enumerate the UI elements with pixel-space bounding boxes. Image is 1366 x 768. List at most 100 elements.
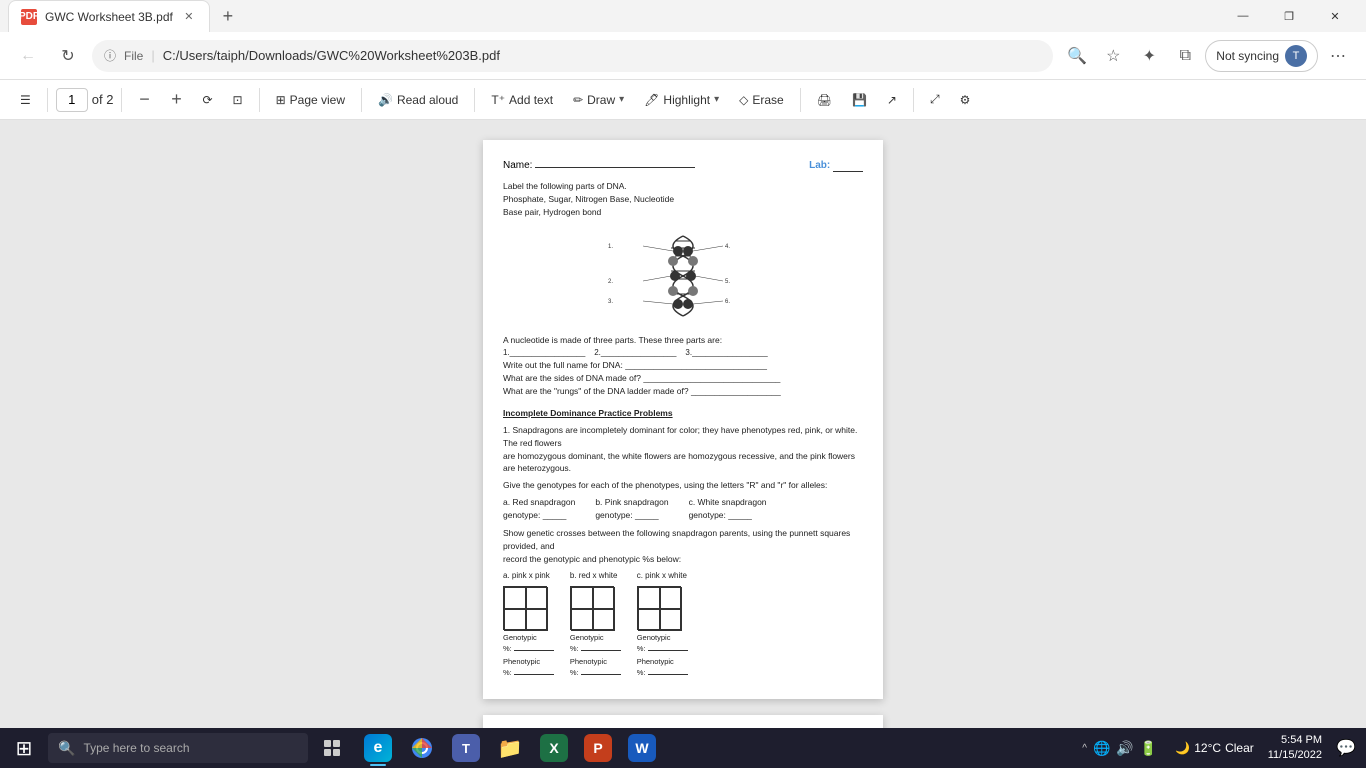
- notification-icon: 💬: [1336, 738, 1356, 758]
- save-button[interactable]: 💾: [844, 89, 875, 111]
- problem1-text: 1. Snapdragons are incompletely dominant…: [503, 424, 863, 450]
- powerpoint-app-icon[interactable]: P: [576, 728, 620, 768]
- fullscreen-button[interactable]: ⤢: [922, 88, 948, 111]
- tray-expand-icon[interactable]: ^: [1082, 743, 1087, 754]
- pdf-settings-button[interactable]: ⚙: [952, 89, 979, 111]
- search-icon[interactable]: 🔍: [1061, 40, 1093, 72]
- svg-text:5.: 5.: [725, 279, 730, 285]
- add-text-label: Add text: [509, 93, 553, 107]
- genotype-row: a. Red snapdragon genotype: _____ b. Pin…: [503, 496, 863, 522]
- rotate-button[interactable]: ⟳: [194, 89, 220, 111]
- taskbar-apps: e T 📁 X P W: [356, 728, 664, 768]
- menu-button[interactable]: ☰: [12, 89, 39, 111]
- parts2-text: Base pair, Hydrogen bond: [503, 206, 863, 219]
- draw-icon: ✏: [573, 93, 583, 107]
- tab-close-button[interactable]: ✕: [181, 9, 197, 25]
- page-navigation: of 2: [56, 88, 114, 112]
- zoom-out-button[interactable]: −: [130, 86, 158, 114]
- network-icon[interactable]: 🌐: [1093, 740, 1110, 757]
- dna-svg: 1. 2. 3. 4. 5. 6.: [603, 226, 763, 326]
- svg-text:6.: 6.: [725, 299, 730, 305]
- dna-diagram: 1. 2. 3. 4. 5. 6.: [503, 226, 863, 326]
- favorites-star-icon[interactable]: ✦: [1133, 40, 1165, 72]
- page-total: of 2: [92, 92, 114, 107]
- refresh-button[interactable]: ↻: [52, 40, 84, 72]
- fullscreen-icon: ⤢: [930, 92, 940, 107]
- page-view-label: Page view: [290, 93, 345, 107]
- edge-icon: e: [364, 734, 392, 762]
- punnett-squares-row: a. pink x pink Genotypic%: Phenotypic%: …: [503, 570, 863, 679]
- punnett-b: b. red x white Genotypic%: Phenotypic%:: [570, 570, 621, 679]
- share-button[interactable]: ↗: [879, 89, 905, 111]
- phenotypic-c: Phenotypic%:: [637, 656, 688, 679]
- punnett-square-a: [503, 586, 547, 630]
- zoom-in-button[interactable]: +: [162, 86, 190, 114]
- draw-button[interactable]: ✏ Draw ▾: [565, 89, 632, 111]
- taskbar-search[interactable]: 🔍 Type here to search: [48, 733, 308, 763]
- cross-c-label: c. pink x white: [637, 570, 688, 582]
- rungs-text: What are the "rungs" of the DNA ladder m…: [503, 385, 863, 398]
- page-view-button[interactable]: ⊞ Page view: [268, 89, 353, 111]
- highlight-label: Highlight: [663, 93, 710, 107]
- address-input-wrap[interactable]: ⓘ File | C:/Users/taiph/Downloads/GWC%20…: [92, 40, 1053, 72]
- word-app-icon[interactable]: W: [620, 728, 664, 768]
- read-aloud-icon: 🔊: [378, 93, 393, 107]
- back-button[interactable]: ←: [12, 40, 44, 72]
- active-tab[interactable]: PDF GWC Worksheet 3B.pdf ✕: [8, 0, 210, 32]
- explorer-app-icon[interactable]: 📁: [488, 728, 532, 768]
- teams-app-icon[interactable]: T: [444, 728, 488, 768]
- taskbar-search-placeholder: Type here to search: [83, 741, 189, 755]
- volume-icon[interactable]: 🔊: [1116, 740, 1133, 757]
- file-label: File: [124, 49, 143, 63]
- print-button[interactable]: 🖨: [809, 89, 840, 111]
- taskbar-search-icon: 🔍: [58, 740, 75, 757]
- add-text-button[interactable]: T⁺ Add text: [483, 89, 561, 111]
- read-aloud-button[interactable]: 🔊 Read aloud: [370, 89, 466, 111]
- task-view-button[interactable]: [312, 728, 352, 768]
- system-clock[interactable]: 5:54 PM 11/15/2022: [1264, 733, 1326, 764]
- problem1b-text: are homozygous dominant, the white flowe…: [503, 450, 863, 476]
- page-view-icon: ⊞: [276, 93, 286, 107]
- weather-icon: 🌙: [1175, 741, 1190, 755]
- page1-content: Label the following parts of DNA. Phosph…: [503, 180, 863, 679]
- svg-text:3.: 3.: [608, 299, 613, 305]
- blanks-text: 1._________________ 2._________________ …: [503, 347, 863, 359]
- white-genotype: c. White snapdragon genotype: _____: [689, 496, 767, 522]
- task-view-icon: [322, 738, 342, 758]
- pdf-settings-icon: ⚙: [960, 93, 971, 107]
- separator-5: [474, 88, 475, 112]
- new-tab-button[interactable]: +: [214, 2, 242, 30]
- maximize-button[interactable]: ❐: [1266, 0, 1312, 32]
- excel-app-icon[interactable]: X: [532, 728, 576, 768]
- chrome-app-icon[interactable]: [400, 728, 444, 768]
- weather-widget[interactable]: 🌙 12°C Clear: [1169, 741, 1259, 755]
- minimize-button[interactable]: —: [1220, 0, 1266, 32]
- edge-app-icon[interactable]: e: [356, 728, 400, 768]
- not-syncing-button[interactable]: Not syncing T: [1205, 40, 1318, 72]
- fit-page-button[interactable]: ⊡: [225, 89, 251, 111]
- notification-button[interactable]: 💬: [1330, 732, 1362, 764]
- highlight-dropdown-arrow: ▾: [714, 94, 719, 105]
- more-options-icon[interactable]: ⋯: [1322, 40, 1354, 72]
- teams-icon: T: [452, 734, 480, 762]
- add-text-icon: T⁺: [491, 93, 505, 107]
- favorites-icon[interactable]: ☆: [1097, 40, 1129, 72]
- print-icon: 🖨: [817, 93, 832, 107]
- save-icon: 💾: [852, 93, 867, 107]
- taskbar-right: ^ 🌐 🔊 🔋 🌙 12°C Clear 5:54 PM 11/15/2022 …: [1074, 732, 1362, 764]
- collections-icon[interactable]: ⧉: [1169, 40, 1201, 72]
- chrome-icon: [408, 734, 436, 762]
- close-button[interactable]: ✕: [1312, 0, 1358, 32]
- page-input[interactable]: [56, 88, 88, 112]
- dna-name-text: Write out the full name for DNA: _______…: [503, 359, 863, 372]
- system-tray: ^ 🌐 🔊 🔋: [1074, 740, 1165, 757]
- highlight-button[interactable]: 🖊 Highlight ▾: [636, 89, 727, 111]
- lock-icon: ⓘ: [104, 47, 116, 64]
- share-icon: ↗: [887, 93, 897, 107]
- battery-icon[interactable]: 🔋: [1140, 740, 1157, 757]
- genotypic-a: Genotypic%:: [503, 632, 554, 655]
- erase-button[interactable]: ◇ Erase: [731, 89, 792, 111]
- punnett-c: c. pink x white Genotypic%: Phenotypic%:: [637, 570, 688, 679]
- start-button[interactable]: ⊞: [4, 728, 44, 768]
- separator-4: [361, 88, 362, 112]
